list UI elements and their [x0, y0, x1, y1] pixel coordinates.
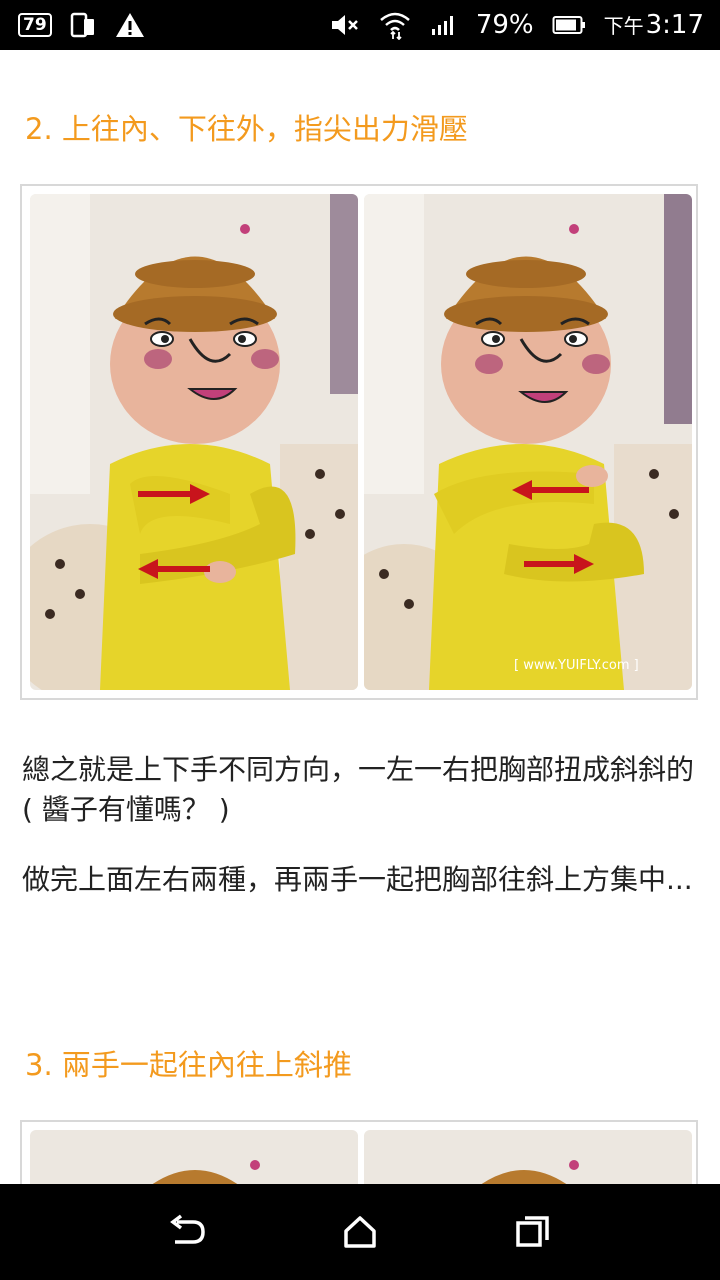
home-icon [344, 1216, 376, 1248]
step2-photo-left[interactable] [30, 194, 358, 690]
back-icon [169, 1214, 205, 1244]
recents-button[interactable] [503, 1202, 563, 1262]
article-content[interactable]: 2. 上往內、下往外，指尖出力滑壓 [www.YUIFLY.com] 總之就… [0, 50, 720, 1184]
navigation-bar [0, 1184, 720, 1280]
time-prefix: 下午 [603, 14, 644, 38]
time: 3:17 [645, 10, 704, 40]
paragraph-2: 做完上面左右兩種，再兩手一起把胸部往斜上方集中... [22, 863, 693, 896]
step3-photo-left[interactable] [30, 1130, 358, 1184]
warning-icon [114, 11, 146, 39]
status-bar-right: 79% 下午 3:17 [330, 10, 704, 40]
status-bar: 79 79% 下午 3:17 [0, 0, 720, 50]
step3-heading: 3. 兩手一起往內往上斜推 [25, 1048, 352, 1082]
step2-photo-frame[interactable]: [ www.YUIFLY.com ] [20, 184, 698, 700]
step2-heading: 2. 上往內、下往外，指尖出力滑壓 [25, 112, 468, 146]
mute-icon [330, 12, 360, 38]
step3-photo-right[interactable] [364, 1130, 692, 1184]
back-button[interactable] [157, 1202, 217, 1262]
home-button[interactable] [330, 1202, 390, 1262]
step3-photo-frame[interactable] [20, 1120, 698, 1184]
photo-watermark: [ www.YUIFLY.com ] [514, 658, 639, 673]
phone-rotate-icon [70, 11, 96, 39]
step2-photo-right[interactable]: [ www.YUIFLY.com ] [364, 194, 692, 690]
status-bar-left: 79 [18, 11, 146, 39]
battery-icon [552, 15, 586, 35]
notification-badge: 79 [18, 13, 52, 37]
paragraph-1: 總之就是上下手不同方向，一左一右把胸部扭成斜斜的 ( 醬子有懂嗎？ ) [22, 753, 695, 826]
signal-icon [430, 13, 458, 37]
recents-icon [516, 1216, 550, 1247]
battery-percent: 79% [475, 10, 534, 40]
clock: 下午 3:17 [604, 10, 704, 40]
wifi-icon [378, 10, 412, 40]
